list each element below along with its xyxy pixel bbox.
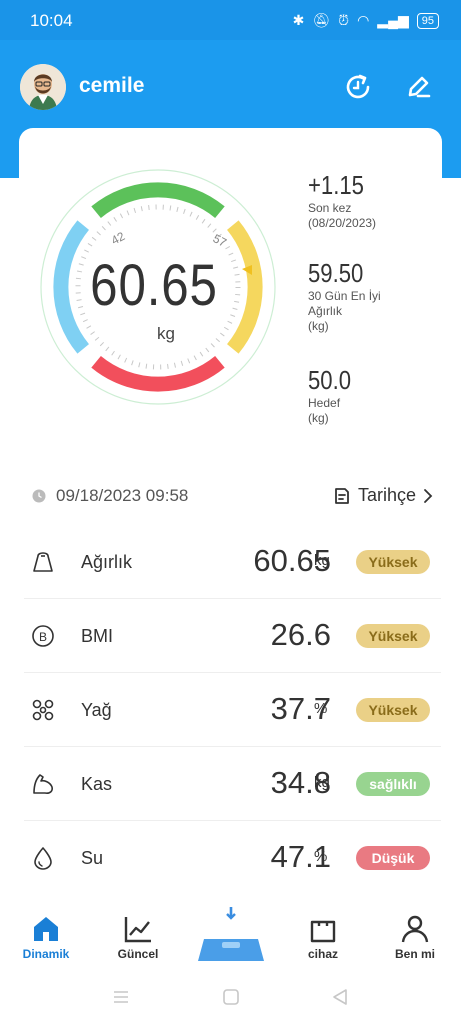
metric-name: Yağ — [81, 700, 112, 720]
stat-label: 30 Gün En İyi — [308, 289, 381, 303]
tab-label: Güncel — [117, 947, 159, 961]
metric-row-bmi[interactable]: B BMI 26.6 Yüksek — [24, 599, 441, 673]
home-nav-icon[interactable] — [221, 987, 241, 1007]
stat-goal: 50.0 Hedef (kg) — [308, 365, 359, 426]
tab-ben-mi[interactable]: Ben mi — [375, 915, 455, 961]
stat-label: (08/20/2023) — [308, 216, 377, 230]
metric-name: Ağırlık — [81, 552, 133, 572]
refresh-icon — [346, 74, 370, 99]
alarm-icon: ⏰︎ — [338, 12, 350, 28]
chevron-right-icon — [424, 488, 433, 503]
metric-unit: % — [314, 848, 328, 865]
status-badge: sağlıklı — [356, 772, 430, 796]
bag-icon — [310, 920, 336, 943]
metric-name: Kas — [81, 774, 113, 794]
edit-icon — [408, 76, 431, 98]
measurement-datetime: 09/18/2023 09:58 — [56, 486, 189, 505]
history-label: Tarihçe — [358, 485, 417, 505]
tab-label: cihaz — [307, 947, 338, 961]
edit-button[interactable] — [401, 70, 435, 104]
scale-icon — [198, 907, 264, 961]
metric-unit: kg — [314, 552, 330, 569]
history-button[interactable]: Tarihçe — [332, 485, 434, 506]
svg-text:B: B — [39, 630, 47, 644]
fat-icon — [32, 699, 54, 721]
status-badge: Düşük — [356, 846, 430, 870]
measurement-row: 09/18/2023 09:58 Tarihçe — [32, 485, 442, 509]
refresh-button[interactable] — [341, 70, 375, 104]
tab-dinamik[interactable]: Dinamik — [6, 915, 86, 961]
tab-guncel[interactable]: Güncel — [98, 915, 178, 961]
user-icon — [401, 915, 429, 943]
bmi-icon: B — [32, 625, 54, 647]
gauge-tick-low: 42 — [109, 229, 128, 248]
stat-label: (kg) — [308, 319, 329, 333]
metric-name: Su — [81, 848, 104, 868]
stat-last-change: +1.15 Son kez (08/20/2023) — [308, 170, 376, 231]
stat-value: 59.50 — [308, 258, 364, 288]
stat-value: +1.15 — [308, 170, 364, 200]
menu-icon[interactable] — [112, 988, 130, 1006]
metric-row-muscle[interactable]: Kas 34.8 kg sağlıklı — [24, 747, 441, 821]
stat-value: 50.0 — [308, 365, 352, 395]
status-bar: 10:04 ✱ 🔕︎ ⏰︎ ◠ ▂▄▆ 95 — [0, 0, 461, 40]
bottom-tab-bar: Dinamik Güncel cihaz Ben mi — [0, 905, 461, 975]
status-badge: Yüksek — [356, 550, 430, 574]
tab-label: Dinamik — [22, 947, 70, 961]
metric-name: BMI — [81, 626, 114, 646]
avatar[interactable] — [20, 64, 66, 110]
stat-best-30-days: 59.50 30 Gün En İyi Ağırlık (kg) — [308, 258, 381, 334]
tab-scale[interactable] — [191, 905, 271, 971]
muscle-icon — [33, 774, 53, 794]
back-icon[interactable] — [330, 987, 350, 1007]
wifi-icon: ◠ — [357, 12, 370, 28]
metric-value: 26.6 — [270, 617, 331, 652]
clock-icon — [32, 489, 46, 503]
system-nav-bar — [0, 975, 461, 1024]
status-icons: ✱ 🔕︎ ⏰︎ ◠ ▂▄▆ 95 — [293, 12, 439, 29]
gauge-weight-unit: kg — [157, 324, 175, 343]
stat-label: Ağırlık — [308, 304, 343, 318]
tab-label: Ben mi — [394, 947, 435, 961]
status-time: 10:04 — [30, 11, 73, 30]
tab-cihaz[interactable]: cihaz — [283, 915, 363, 961]
chart-icon — [124, 917, 151, 943]
stat-label: Hedef — [308, 396, 341, 410]
stat-label: Son kez — [308, 201, 352, 215]
mute-icon: 🔕︎ — [312, 12, 331, 28]
home-icon — [34, 917, 58, 941]
metric-unit: kg — [314, 774, 330, 791]
gauge-weight-value: 60.65 — [90, 253, 218, 318]
history-icon — [335, 487, 349, 504]
username[interactable]: cemile — [79, 74, 144, 98]
weight-icon — [33, 552, 53, 572]
bluetooth-icon: ✱ — [292, 12, 305, 28]
battery-icon: 95 — [416, 12, 439, 29]
gauge-tick-high: 57 — [211, 231, 230, 250]
metric-row-weight[interactable]: Ağırlık 60.65 kg Yüksek — [24, 525, 441, 599]
status-badge: Yüksek — [356, 698, 430, 722]
status-badge: Yüksek — [356, 624, 430, 648]
signal-icon: ▂▄▆ — [377, 12, 409, 28]
metric-unit: % — [314, 700, 328, 717]
metric-row-fat[interactable]: Yağ 37.7 % Yüksek — [24, 673, 441, 747]
stat-label: (kg) — [308, 411, 329, 425]
metric-row-water[interactable]: Su 47.1 % Düşük — [24, 821, 441, 895]
water-drop-icon — [34, 847, 52, 870]
